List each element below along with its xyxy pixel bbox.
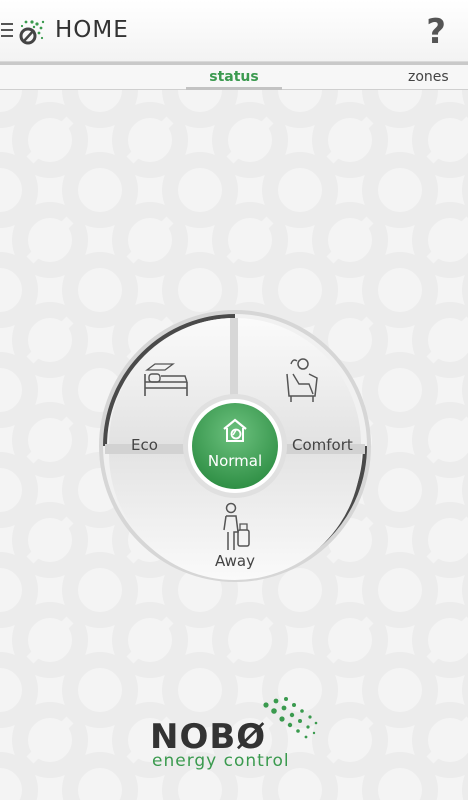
nobo-logo-icon xyxy=(19,20,45,45)
comfort-label: Comfort xyxy=(292,436,353,454)
eco-label: Eco xyxy=(131,436,158,454)
traveler-luggage-icon xyxy=(223,502,250,550)
normal-label: Normal xyxy=(207,452,263,470)
help-button[interactable]: ? xyxy=(426,12,446,52)
tab-bar: status zones xyxy=(0,62,468,90)
brand-tagline: energy control xyxy=(152,751,290,771)
armchair-person-icon xyxy=(286,358,318,402)
house-flame-icon xyxy=(223,418,247,442)
menu-button[interactable] xyxy=(0,14,46,48)
menu-icon xyxy=(1,23,13,39)
brand-logo: NOBØ energy control xyxy=(150,695,325,775)
app-bar: HOME ? xyxy=(0,0,468,62)
tab-zones[interactable]: zones xyxy=(408,65,468,90)
away-label: Away xyxy=(215,552,255,570)
normal-mode-button[interactable]: Normal xyxy=(185,396,285,496)
bed-icon xyxy=(144,363,188,396)
tab-status[interactable]: status xyxy=(186,65,282,90)
page-title: HOME xyxy=(55,17,129,43)
mode-dial: Eco Comfort Away Normal xyxy=(97,308,373,584)
